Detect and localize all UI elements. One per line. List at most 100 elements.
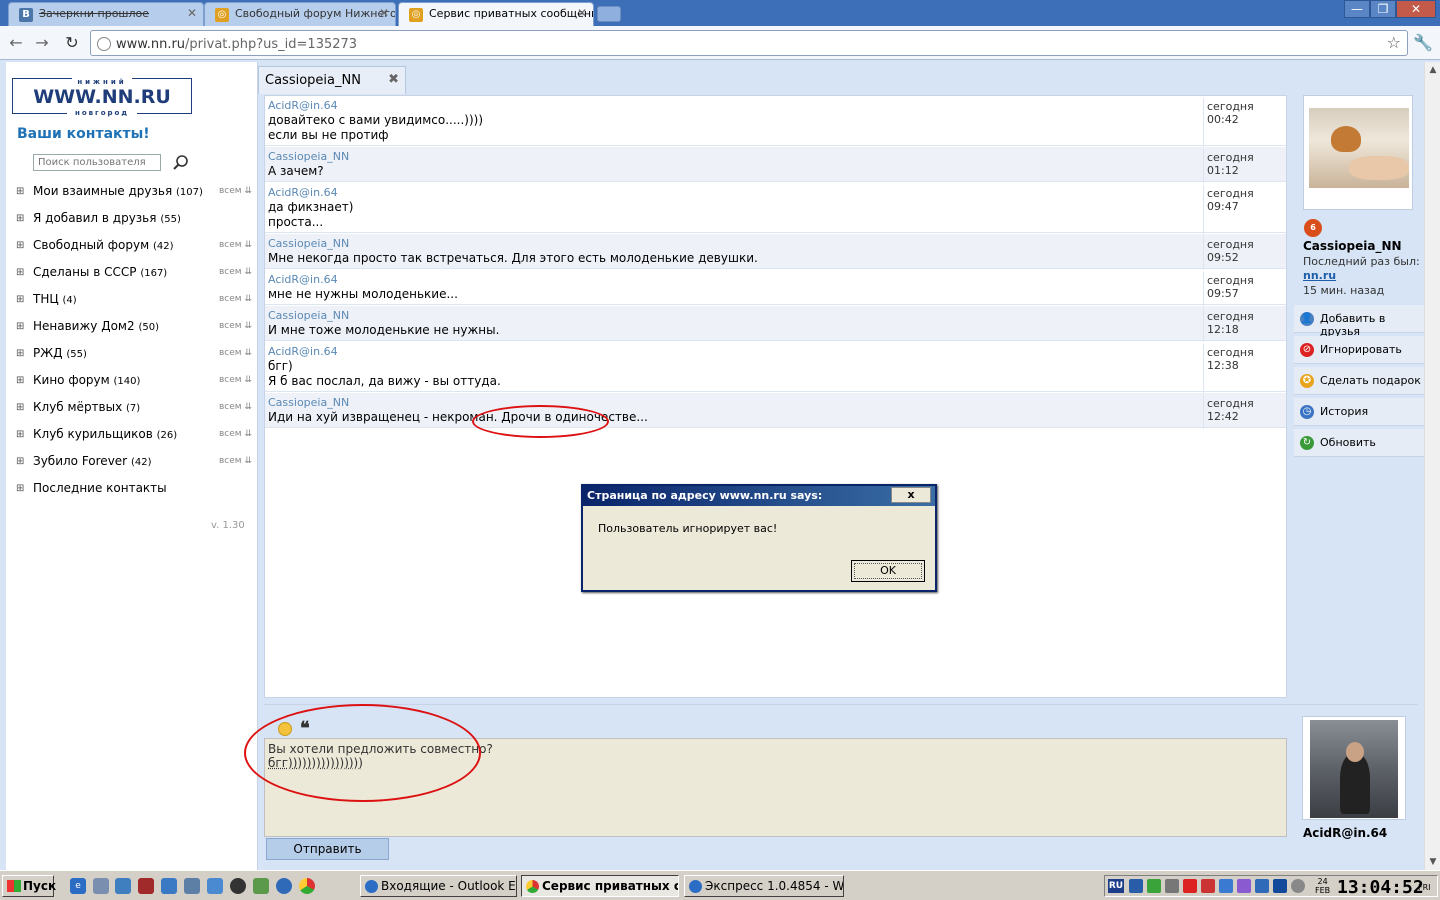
quicklaunch-icon[interactable] [253, 878, 269, 894]
contact-group[interactable]: ⊞ Клуб мёртвых (7) всем ⇊ [16, 400, 252, 420]
browser-tab-1[interactable]: В Зачеркни прошлое ✕ [8, 2, 204, 26]
dialog-close-button[interactable]: x [891, 487, 931, 503]
last-seen-site-link[interactable]: nn.ru [1303, 269, 1336, 282]
group-name[interactable]: Мои взаимные друзья (107) [33, 184, 203, 198]
profile-action-block[interactable]: ⊘ Игнорировать [1294, 336, 1424, 364]
page-scrollbar[interactable]: ▲ ▼ [1424, 62, 1440, 870]
expand-plus-icon[interactable]: ⊞ [16, 240, 24, 251]
forward-arrow-icon[interactable]: → [32, 33, 52, 53]
group-all-link[interactable]: всем ⇊ [219, 348, 252, 358]
taskbar-task[interactable]: Входящие - Outlook Exp... [360, 875, 517, 897]
media-player-icon[interactable] [230, 878, 246, 894]
message-author[interactable]: AcidR@in.64 [268, 345, 338, 358]
tray-icon[interactable] [1255, 879, 1269, 893]
tray-icon[interactable] [1237, 879, 1251, 893]
contact-group[interactable]: ⊞ Зубило Forever (42) всем ⇊ [16, 454, 252, 474]
tray-icon[interactable] [1273, 879, 1287, 893]
group-name[interactable]: Я добавил в друзья (55) [33, 211, 181, 225]
tray-icon[interactable] [1147, 879, 1161, 893]
group-all-link[interactable]: всем ⇊ [219, 186, 252, 196]
expand-plus-icon[interactable]: ⊞ [16, 294, 24, 305]
contact-group[interactable]: ⊞ Сделаны в СССР (167) всем ⇊ [16, 265, 252, 285]
group-name[interactable]: Зубило Forever (42) [33, 454, 151, 468]
group-name[interactable]: Кино форум (140) [33, 373, 140, 387]
profile-action-clock[interactable]: ◷ История [1294, 398, 1424, 426]
expand-plus-icon[interactable]: ⊞ [16, 429, 24, 440]
chrome-icon[interactable] [299, 878, 315, 894]
quicklaunch-icon[interactable] [207, 878, 223, 894]
quicklaunch-icon[interactable] [184, 878, 200, 894]
chat-tab-cassiopeia[interactable]: Cassiopeia_NN ✖ [258, 66, 406, 94]
tray-icon[interactable] [1291, 879, 1305, 893]
quicklaunch-icon[interactable] [276, 878, 292, 894]
message-author[interactable]: AcidR@in.64 [268, 273, 338, 286]
expand-plus-icon[interactable]: ⊞ [16, 483, 24, 494]
back-arrow-icon[interactable]: ← [6, 33, 26, 53]
group-name[interactable]: Ненавижу Дом2 (50) [33, 319, 159, 333]
quicklaunch-icon[interactable] [161, 878, 177, 894]
contact-group[interactable]: ⊞ Кино форум (140) всем ⇊ [16, 373, 252, 393]
close-icon[interactable]: ✕ [1396, 0, 1436, 18]
group-name[interactable]: РЖД (55) [33, 346, 87, 360]
bookmark-star-icon[interactable]: ☆ [1387, 33, 1401, 52]
contact-group[interactable]: ⊞ Последние контакты [16, 481, 252, 501]
page-info-icon[interactable] [97, 37, 111, 51]
group-all-link[interactable]: всем ⇊ [219, 240, 252, 250]
contact-group[interactable]: ⊞ Ненавижу Дом2 (50) всем ⇊ [16, 319, 252, 339]
expand-plus-icon[interactable]: ⊞ [16, 375, 24, 386]
reload-icon[interactable]: ↻ [62, 33, 82, 53]
volume-icon[interactable] [1165, 879, 1179, 893]
expand-plus-icon[interactable]: ⊞ [16, 321, 24, 332]
profile-action-refresh[interactable]: ↻ Обновить [1294, 429, 1424, 457]
expand-plus-icon[interactable]: ⊞ [16, 402, 24, 413]
group-name[interactable]: Сделаны в СССР (167) [33, 265, 167, 279]
scroll-down-icon[interactable]: ▼ [1425, 854, 1440, 870]
group-all-link[interactable]: всем ⇊ [219, 429, 252, 439]
group-name[interactable]: Клуб мёртвых (7) [33, 400, 140, 414]
profile-action-gift[interactable]: ✪ Сделать подарок [1294, 367, 1424, 395]
tab-close-icon[interactable]: ✕ [187, 6, 197, 20]
my-avatar[interactable] [1302, 716, 1406, 820]
browser-tab-3-active[interactable]: ◎ Сервис приватных сообщени ✕ [398, 2, 594, 26]
contact-group[interactable]: ⊞ Свободный форум (42) всем ⇊ [16, 238, 252, 258]
group-name[interactable]: Последние контакты [33, 481, 167, 495]
expand-plus-icon[interactable]: ⊞ [16, 456, 24, 467]
tab-close-icon[interactable]: ✕ [379, 6, 389, 20]
quicklaunch-icon[interactable] [115, 878, 131, 894]
taskbar-task[interactable]: Экспресс 1.0.4854 - Wi... [684, 875, 844, 897]
contact-group[interactable]: ⊞ Мои взаимные друзья (107) всем ⇊ [16, 184, 252, 204]
expand-plus-icon[interactable]: ⊞ [16, 213, 24, 224]
contact-group[interactable]: ⊞ Клуб курильщиков (26) всем ⇊ [16, 427, 252, 447]
minimize-icon[interactable]: — [1344, 0, 1370, 18]
clock-time[interactable]: 13:04:52 [1337, 877, 1424, 898]
expand-plus-icon[interactable]: ⊞ [16, 348, 24, 359]
message-author[interactable]: Cassiopeia_NN [268, 150, 349, 163]
browser-tab-2[interactable]: ◎ Свободный форум Нижнего Н ✕ [204, 2, 396, 26]
send-button[interactable]: Отправить [266, 838, 389, 860]
opera-icon[interactable] [1201, 879, 1215, 893]
message-author[interactable]: AcidR@in.64 [268, 99, 338, 112]
message-author[interactable]: Cassiopeia_NN [268, 309, 349, 322]
message-author[interactable]: AcidR@in.64 [268, 186, 338, 199]
tray-icon[interactable] [1129, 879, 1143, 893]
group-all-link[interactable]: всем ⇊ [219, 375, 252, 385]
taskbar-task[interactable]: Сервис приватных с... [521, 875, 679, 897]
search-icon[interactable] [172, 154, 190, 172]
message-author[interactable]: Cassiopeia_NN [268, 396, 349, 409]
contact-group[interactable]: ⊞ ТНЦ (4) всем ⇊ [16, 292, 252, 312]
notepad-icon[interactable] [93, 878, 109, 894]
profile-photo[interactable] [1303, 95, 1413, 210]
profile-action-add-friend[interactable]: 👤 Добавить в друзья [1294, 305, 1424, 338]
scroll-up-icon[interactable]: ▲ [1425, 62, 1440, 78]
tray-icon[interactable] [1219, 879, 1233, 893]
language-indicator[interactable]: RU [1108, 879, 1124, 893]
new-tab-button[interactable] [597, 6, 621, 22]
group-name[interactable]: Свободный форум (42) [33, 238, 174, 252]
group-name[interactable]: ТНЦ (4) [33, 292, 77, 306]
contact-group[interactable]: ⊞ Я добавил в друзья (55) [16, 211, 252, 231]
group-all-link[interactable]: всем ⇊ [219, 321, 252, 331]
wrench-icon[interactable]: 🔧 [1413, 33, 1433, 52]
group-all-link[interactable]: всем ⇊ [219, 402, 252, 412]
site-logo[interactable]: нижний WWW.NN.RU новгород [12, 78, 192, 117]
expand-plus-icon[interactable]: ⊞ [16, 267, 24, 278]
